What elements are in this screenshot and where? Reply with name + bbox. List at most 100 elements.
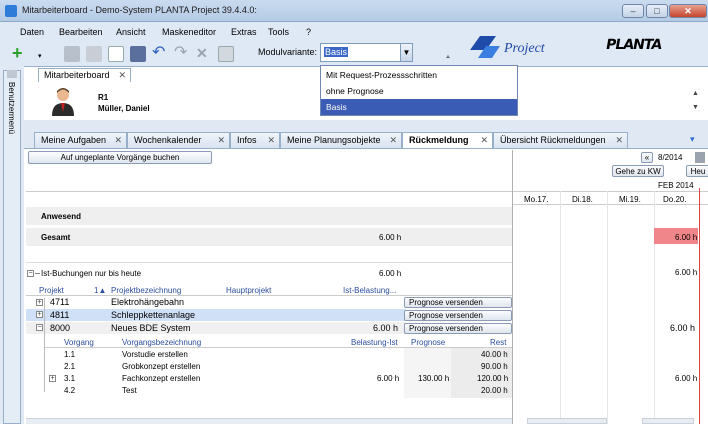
col-vorgang[interactable]: Vorgang — [64, 338, 94, 347]
project-id: 8000 — [50, 323, 71, 333]
table-row[interactable] — [26, 297, 406, 308]
dropdown-option-request[interactable]: Mit Request-Prozessschritten — [321, 67, 517, 83]
gesamt-value: 6.00 h — [379, 233, 402, 242]
scroll-down-icon[interactable]: ▼ — [692, 104, 699, 111]
menu-bearbeiten[interactable]: Bearbeiten — [59, 27, 103, 37]
close-icon[interactable]: ✕ — [217, 133, 225, 147]
calendar-icon[interactable] — [695, 152, 705, 163]
minimize-button[interactable]: – — [622, 4, 644, 18]
day-label: Mi.19. — [619, 195, 641, 204]
pin-icon[interactable] — [7, 70, 17, 78]
menu-daten[interactable]: Daten — [20, 27, 44, 37]
user-code: R1 — [98, 93, 109, 102]
side-tab-label: Benutzermenü — [7, 82, 16, 135]
gesamt-row — [26, 228, 512, 246]
collapse-icon[interactable]: − — [27, 270, 34, 277]
expand-icon[interactable]: + — [36, 299, 43, 306]
dropdown-option-basis[interactable]: Basis — [321, 99, 517, 115]
col-prognose[interactable]: Prognose — [411, 338, 445, 347]
maximize-button[interactable]: □ — [646, 4, 668, 18]
menu-bar: Daten Bearbeiten Ansicht Maskeneditor Ex… — [0, 22, 708, 42]
overflow-icon[interactable]: ⩡ — [446, 54, 450, 62]
close-button[interactable]: ✕ — [669, 4, 707, 18]
gesamt-label: Gesamt — [41, 233, 71, 242]
close-icon[interactable]: ✕ — [389, 133, 397, 147]
prognose-versenden-button[interactable]: Prognose versenden — [404, 310, 512, 321]
modulvariante-select[interactable]: Basis ▼ — [320, 43, 413, 62]
divider — [26, 295, 512, 296]
tab-label: Infos — [237, 135, 257, 145]
col-belastung-ist[interactable]: Belastung-Ist — [351, 338, 398, 347]
prev-week-button[interactable]: « — [641, 152, 653, 163]
col-hauptprojekt[interactable]: Hauptprojekt — [226, 286, 271, 295]
expand-icon[interactable]: + — [36, 311, 43, 318]
binoculars-icon[interactable] — [64, 46, 80, 62]
table-row-selected[interactable] — [26, 309, 406, 321]
new-document-icon[interactable] — [108, 46, 124, 62]
task-rest: 20.00 h — [481, 386, 508, 395]
gantt-scrollbar[interactable] — [642, 418, 694, 424]
gesamt-day-value: 6.00 h — [675, 233, 698, 242]
app-icon — [5, 5, 17, 17]
gehe-zu-kw-button[interactable]: Gehe zu KW — [612, 165, 664, 177]
tab-meine-planungsobjekte[interactable]: Meine Planungsobjekte ✕ — [280, 132, 402, 148]
prognose-versenden-button[interactable]: Prognose versenden — [404, 323, 512, 334]
close-icon[interactable]: ✕ — [615, 133, 623, 147]
save-icon[interactable] — [130, 46, 146, 62]
tab-rueckmeldung[interactable]: Rückmeldung ✕ — [402, 132, 493, 149]
close-icon[interactable]: ✕ — [480, 133, 488, 147]
collapse-icon[interactable]: − — [36, 324, 43, 331]
col-rest[interactable]: Rest — [490, 338, 506, 347]
tab-infos[interactable]: Infos ✕ — [230, 132, 280, 148]
tab-meine-aufgaben[interactable]: Meine Aufgaben ✕ — [34, 132, 127, 148]
task-rest: 120.00 h — [477, 374, 509, 383]
col-vorgangsbezeichnung[interactable]: Vorgangsbezeichnung — [122, 338, 201, 347]
calendar-header-line — [513, 191, 708, 192]
module-tab[interactable]: Mitarbeiterboard ✕ — [38, 68, 131, 82]
tab-list-icon[interactable]: ▾ — [690, 134, 695, 145]
filter-icon[interactable] — [86, 46, 102, 62]
scroll-up-icon[interactable]: ▲ — [692, 90, 699, 97]
col-ist-belastung[interactable]: Ist-Belastung... — [343, 286, 396, 295]
table-row[interactable] — [26, 322, 406, 334]
task-name: Vorstudie erstellen — [122, 350, 188, 359]
menu-ansicht[interactable]: Ansicht — [116, 27, 146, 37]
print-preview-icon[interactable] — [218, 46, 234, 62]
project-day-value: 6.00 h — [670, 323, 696, 333]
tab-wochenkalender[interactable]: Wochenkalender ✕ — [127, 132, 230, 148]
task-name: Test — [122, 386, 137, 395]
col-projektbezeichnung[interactable]: Projektbezeichnung — [111, 286, 181, 295]
col-sort-indicator[interactable]: 1▲ — [94, 286, 106, 295]
delete-icon[interactable]: ✕ — [196, 46, 212, 62]
ungeplante-vorgaenge-button[interactable]: Auf ungeplante Vorgänge buchen — [28, 151, 212, 164]
planta-logo: PLANTA — [604, 37, 663, 53]
close-icon[interactable]: ✕ — [114, 133, 122, 147]
add-dropdown-icon[interactable]: ▾ — [38, 52, 42, 60]
menu-extras[interactable]: Extras — [231, 27, 257, 37]
horizontal-scrollbar[interactable] — [26, 418, 512, 424]
heute-button[interactable]: Heu — [686, 165, 708, 177]
redo-icon[interactable]: ↷ — [174, 45, 190, 62]
title-bar: Mitarbeiterboard - Demo-System PLANTA Pr… — [0, 0, 708, 22]
user-name: Müller, Daniel — [98, 104, 150, 113]
tab-uebersicht-rueckmeldungen[interactable]: Übersicht Rückmeldungen ✕ — [493, 132, 628, 148]
prognose-column-bg — [404, 348, 451, 398]
close-icon[interactable]: ✕ — [267, 133, 275, 147]
menu-maskeneditor[interactable]: Maskeneditor — [162, 27, 216, 37]
dropdown-option-ohne-prognose[interactable]: ohne Prognose — [321, 83, 517, 99]
task-id: 2.1 — [64, 362, 76, 371]
menu-help[interactable]: ? — [306, 27, 311, 37]
task-prognose[interactable]: 130.00 h — [418, 374, 449, 383]
expand-icon[interactable]: + — [49, 375, 56, 382]
col-projekt[interactable]: Projekt — [39, 286, 64, 295]
menu-tools[interactable]: Tools — [268, 27, 289, 37]
module-tab-close-icon[interactable]: ✕ — [118, 70, 126, 81]
prognose-versenden-button[interactable]: Prognose versenden — [404, 297, 512, 308]
undo-icon[interactable]: ↶ — [152, 45, 168, 62]
ist-buchungen-day-value: 6.00 h — [675, 268, 698, 277]
week-label: 8/2014 — [658, 153, 683, 162]
chevron-down-icon[interactable]: ▼ — [400, 44, 412, 61]
gantt-scrollbar[interactable] — [527, 418, 607, 424]
add-icon[interactable]: + — [12, 44, 32, 62]
day-label: Do.20. — [663, 195, 687, 204]
